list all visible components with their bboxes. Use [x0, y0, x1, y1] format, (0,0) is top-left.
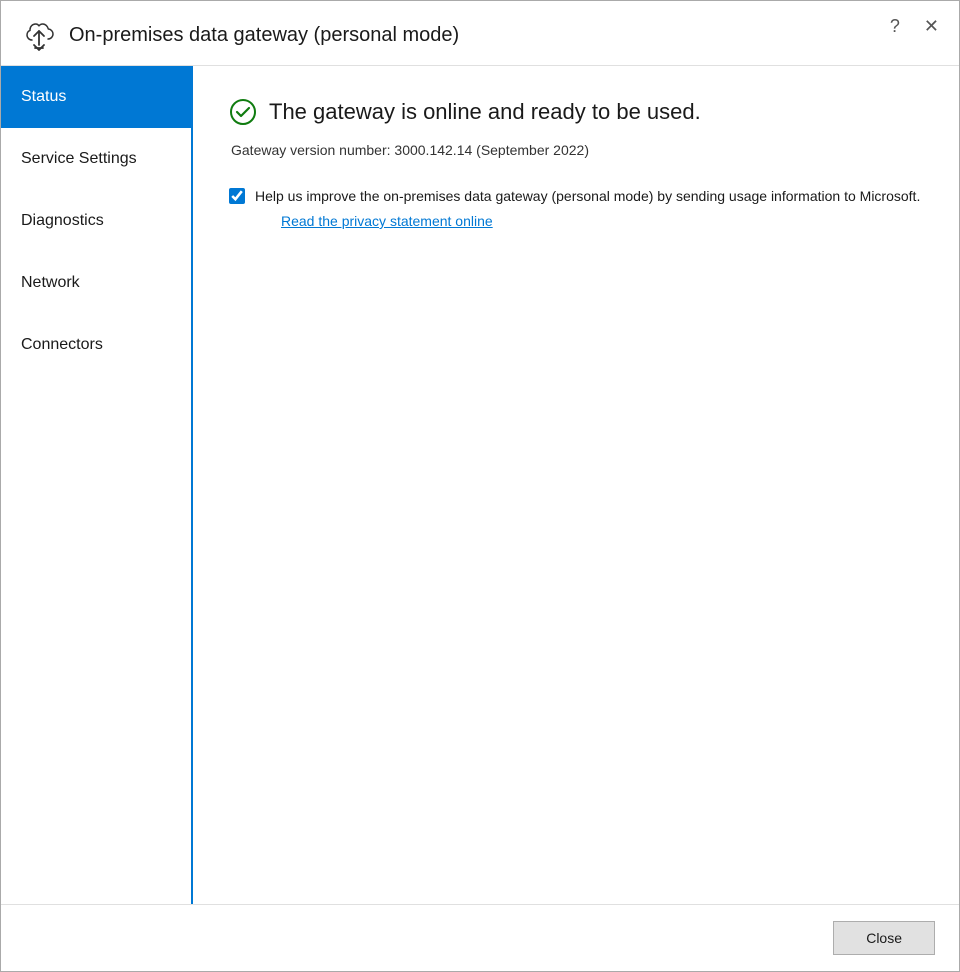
sidebar: Status Service Settings Diagnostics Netw… — [1, 66, 193, 904]
cloud-upload-icon — [21, 17, 57, 53]
close-window-button[interactable]: ✕ — [920, 15, 943, 37]
improve-checkbox-wrapper[interactable] — [229, 188, 245, 209]
content-panel: The gateway is online and ready to be us… — [193, 66, 959, 904]
sidebar-item-connectors[interactable]: Connectors — [1, 314, 191, 376]
check-circle-icon — [229, 98, 257, 126]
sidebar-item-network[interactable]: Network — [1, 252, 191, 314]
status-title: The gateway is online and ready to be us… — [269, 99, 701, 125]
footer: Close — [1, 904, 959, 971]
status-header: The gateway is online and ready to be us… — [229, 98, 923, 126]
checkbox-label[interactable]: Help us improve the on-premises data gat… — [255, 188, 920, 204]
help-button[interactable]: ? — [886, 15, 904, 37]
title-bar-controls: ? ✕ — [886, 15, 943, 37]
main-window: On-premises data gateway (personal mode)… — [0, 0, 960, 972]
checkbox-row: Help us improve the on-premises data gat… — [229, 186, 923, 229]
checkbox-text-container: Help us improve the on-premises data gat… — [255, 186, 920, 229]
title-bar: On-premises data gateway (personal mode)… — [1, 1, 959, 66]
sidebar-item-service-settings[interactable]: Service Settings — [1, 128, 191, 190]
improve-checkbox[interactable] — [229, 188, 245, 204]
main-area: Status Service Settings Diagnostics Netw… — [1, 66, 959, 904]
sidebar-item-diagnostics[interactable]: Diagnostics — [1, 190, 191, 252]
sidebar-item-status[interactable]: Status — [1, 66, 191, 128]
window-title: On-premises data gateway (personal mode) — [69, 24, 459, 47]
gateway-version: Gateway version number: 3000.142.14 (Sep… — [229, 142, 923, 158]
privacy-link[interactable]: Read the privacy statement online — [281, 213, 920, 229]
close-button[interactable]: Close — [833, 921, 935, 955]
